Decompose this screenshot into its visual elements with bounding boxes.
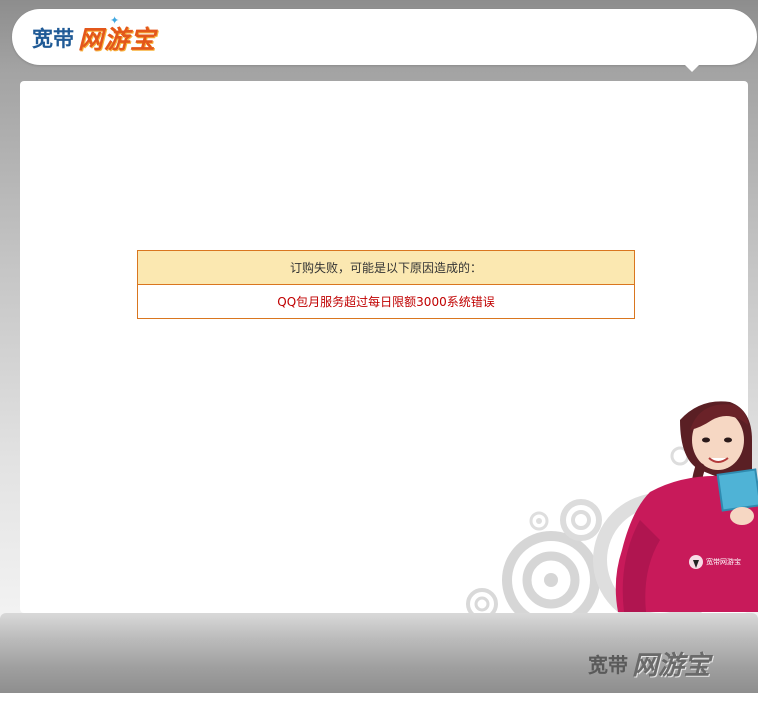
page-frame: 宽带 网游宝 ✦ 宽带网游宝 订购失败，可能是以下原因造成的： QQ包月服务超过… (0, 0, 758, 706)
notice-error-message: QQ包月服务超过每日限额3000系统错误 (277, 295, 495, 309)
notice-title: 订购失败，可能是以下原因造成的： (138, 251, 634, 285)
shirt-logo-text: 宽带网游宝 (706, 557, 741, 566)
decoration-layer: 宽带网游宝 (466, 401, 758, 629)
order-failure-notice: 订购失败，可能是以下原因造成的： QQ包月服务超过每日限额3000系统错误 (137, 250, 635, 319)
footer-logo: 宽带 网游宝 (588, 645, 710, 682)
footer-logo-text-game-treasure: 网游宝 (632, 651, 711, 681)
footer-logo-text-broadband: 宽带 (588, 653, 628, 677)
